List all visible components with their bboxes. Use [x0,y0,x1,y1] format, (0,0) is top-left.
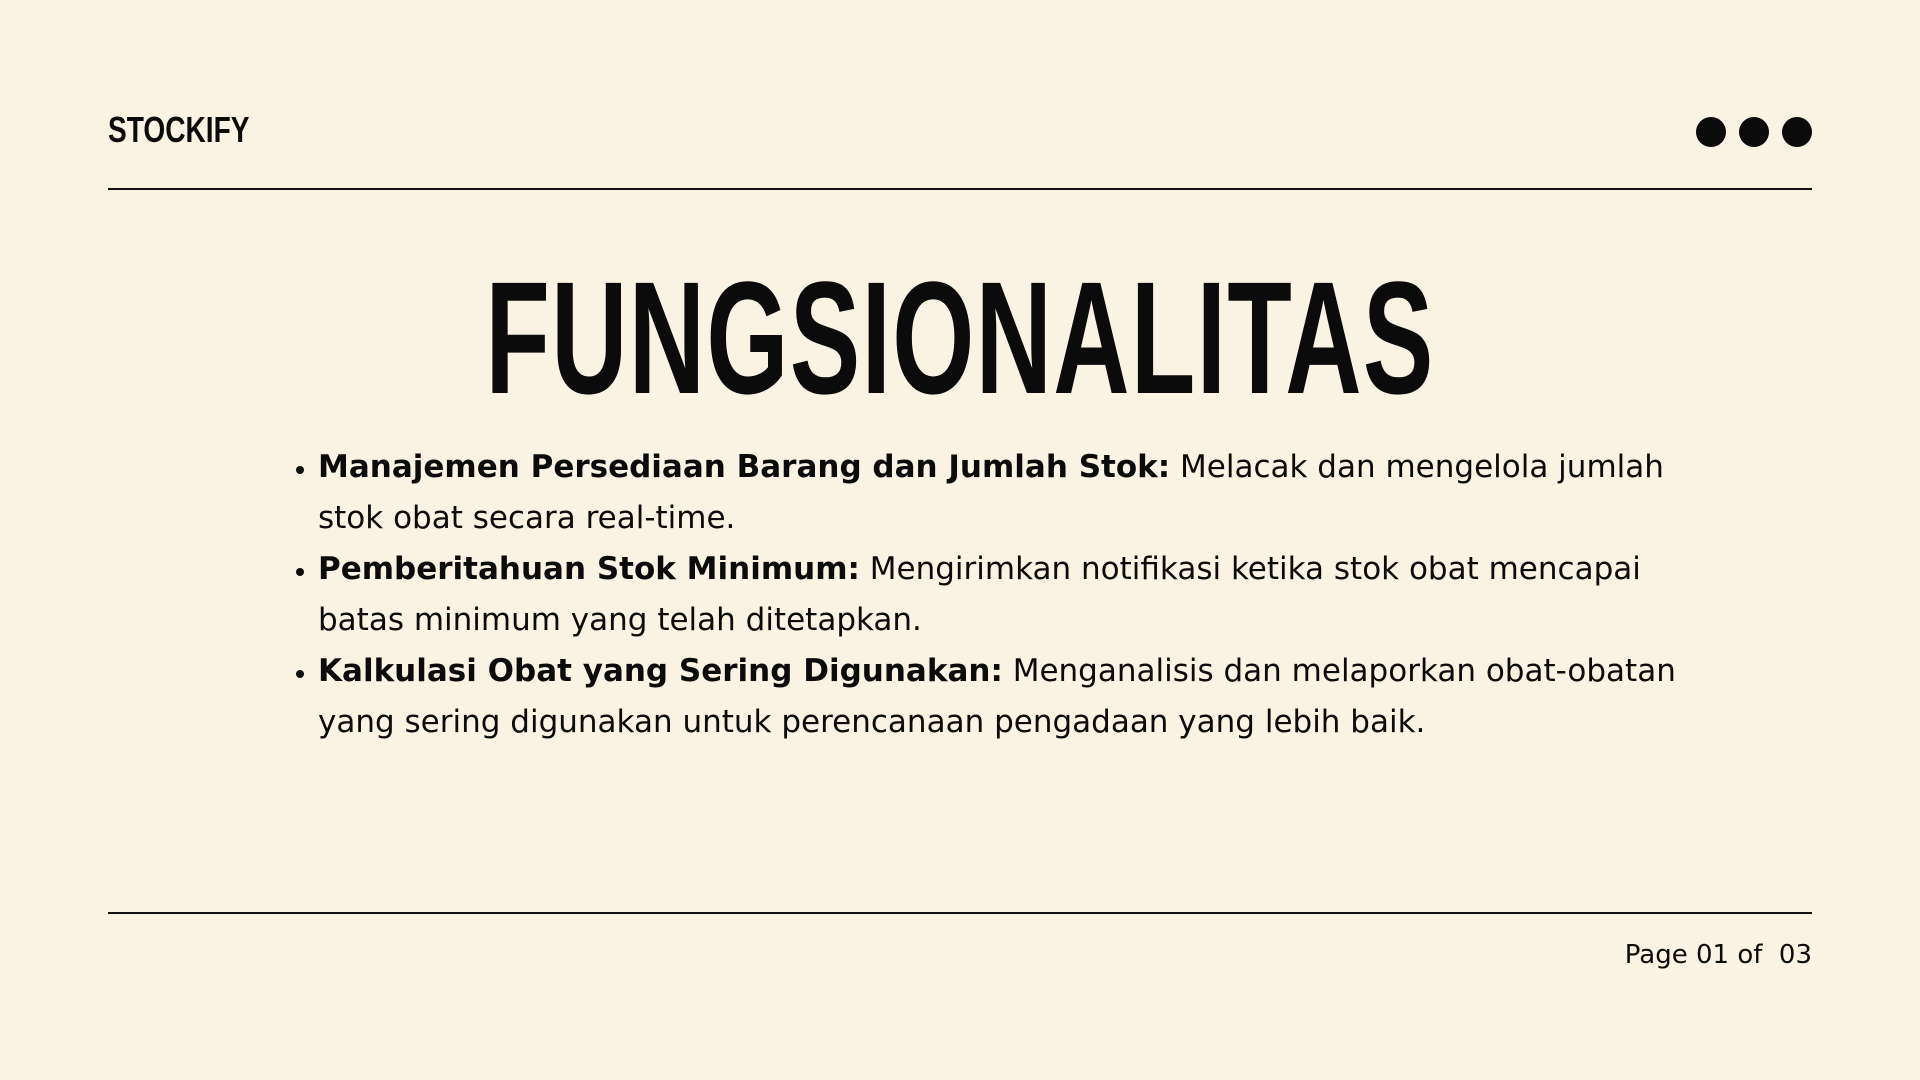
top-divider [108,188,1812,190]
feature-lead: Pemberitahuan Stok Minimum: [318,551,860,587]
feature-list: Manajemen Persediaan Barang dan Jumlah S… [282,442,1718,748]
dot-icon [1782,117,1812,147]
list-item: Kalkulasi Obat yang Sering Digunakan: Me… [318,646,1718,748]
feature-lead: Kalkulasi Obat yang Sering Digunakan: [318,653,1003,689]
page-title: FUNGSIONALITAS [485,248,1435,427]
list-item: Pemberitahuan Stok Minimum: Mengirimkan … [318,544,1718,646]
bottom-divider [108,912,1812,914]
dot-icon [1696,117,1726,147]
list-item: Manajemen Persediaan Barang dan Jumlah S… [318,442,1718,544]
more-dots-icon[interactable] [1696,117,1812,147]
brand-logo: STOCKIFY [108,109,250,150]
page-number: Page 01 of 03 [1624,940,1812,970]
dot-icon [1739,117,1769,147]
feature-lead: Manajemen Persediaan Barang dan Jumlah S… [318,449,1171,485]
